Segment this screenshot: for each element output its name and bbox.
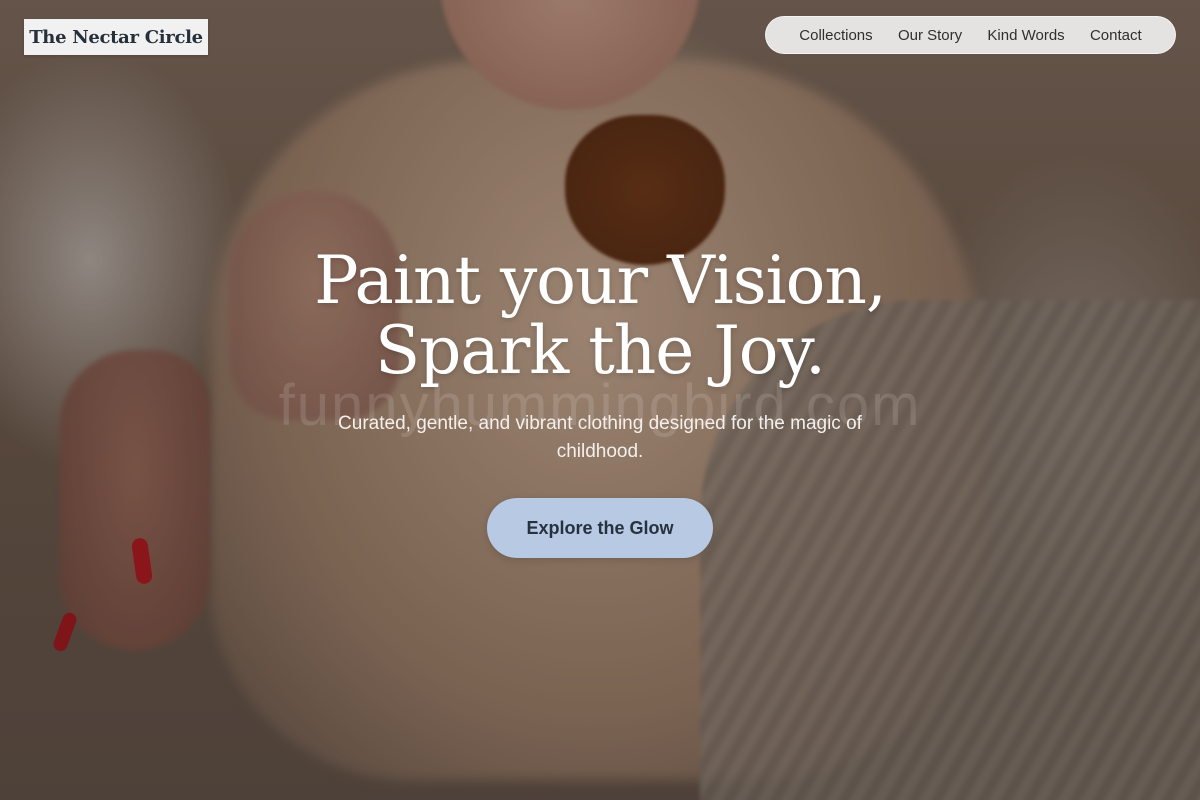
nav-item-collections[interactable]: Collections <box>799 27 872 44</box>
hero-overlay <box>0 0 1200 800</box>
hero-section: The Nectar Circle Collections Our Story … <box>0 0 1200 800</box>
hero-title-line1: Paint your Vision, <box>314 242 887 319</box>
brand-logo[interactable]: The Nectar Circle <box>24 19 208 55</box>
nav-item-kind-words[interactable]: Kind Words <box>987 27 1064 44</box>
hero-subtitle: Curated, gentle, and vibrant clothing de… <box>338 413 862 462</box>
main-nav: Collections Our Story Kind Words Contact <box>765 16 1176 54</box>
nav-item-contact[interactable]: Contact <box>1090 27 1142 44</box>
hero-title: Paint your Vision, Spark the Joy. <box>150 246 1050 386</box>
hero-title-line2: Spark the Joy. <box>374 312 826 389</box>
explore-the-glow-button[interactable]: Explore the Glow <box>487 498 713 558</box>
nav-item-our-story[interactable]: Our Story <box>898 27 962 44</box>
